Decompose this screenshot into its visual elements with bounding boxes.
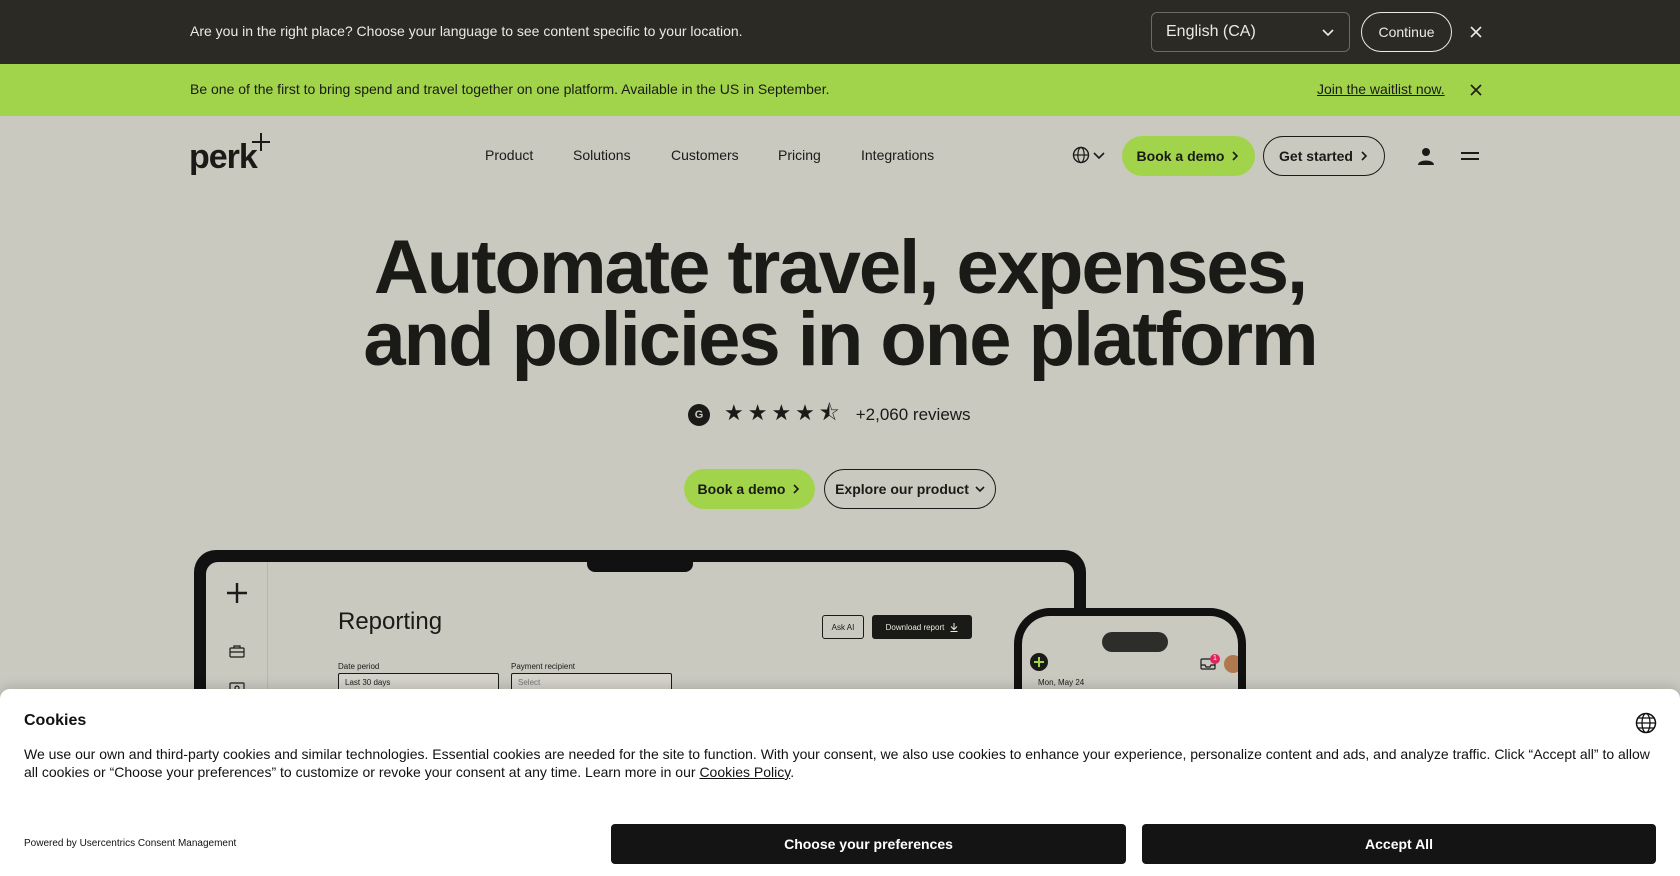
nav-item-integrations[interactable]: Integrations: [861, 147, 934, 163]
get-started-button[interactable]: Get started: [1263, 136, 1385, 176]
date-period-label: Date period: [338, 662, 380, 671]
powered-by-text: Powered by Usercentrics Consent Manageme…: [24, 838, 237, 849]
reporting-title: Reporting: [338, 608, 443, 635]
avatar: [1224, 655, 1238, 673]
chevron-right-icon: [1361, 151, 1368, 161]
download-icon: [950, 622, 958, 632]
cookie-banner: Cookies We use our own and third-party c…: [0, 689, 1680, 876]
hero-title-line-2: and policies in one platform: [363, 297, 1318, 382]
rating-stars: ★★★★⯪: [724, 400, 844, 425]
waitlist-link[interactable]: Join the waitlist now.: [1317, 81, 1445, 97]
payment-recipient-label: Payment recipient: [511, 662, 576, 671]
g2-badge-icon: G: [688, 404, 710, 426]
cookie-text-body: We use our own and third-party cookies a…: [24, 746, 1650, 780]
perk-plus-icon: [227, 583, 247, 603]
nav-item-solutions[interactable]: Solutions: [573, 147, 631, 163]
close-icon[interactable]: [1469, 25, 1483, 39]
cookies-policy-link[interactable]: Cookies Policy: [699, 764, 790, 780]
explore-product-label: Explore our product: [835, 481, 969, 497]
nav-book-demo-label: Book a demo: [1136, 148, 1225, 164]
perk-plus-icon: [1030, 653, 1048, 671]
briefcase-icon: [229, 645, 245, 658]
reviews-summary: G ★★★★⯪ +2,060 reviews: [688, 400, 971, 428]
nav-item-pricing[interactable]: Pricing: [778, 147, 821, 163]
download-report-button[interactable]: Download report: [872, 615, 972, 639]
choose-preferences-button[interactable]: Choose your preferences: [611, 824, 1126, 864]
language-bar-message: Are you in the right place? Choose your …: [190, 23, 743, 39]
promo-message: Be one of the first to bring spend and t…: [190, 81, 830, 97]
menu-icon[interactable]: [1460, 148, 1480, 164]
get-started-label: Get started: [1279, 148, 1353, 164]
chevron-right-icon: [793, 484, 800, 494]
download-report-label: Download report: [885, 622, 945, 632]
language-select[interactable]: English (CA): [1151, 12, 1350, 52]
cookie-text-end: .: [790, 764, 795, 780]
nav-item-customers[interactable]: Customers: [671, 147, 739, 163]
promo-bar: Be one of the first to bring spend and t…: [0, 64, 1680, 116]
chevron-right-icon: [1232, 151, 1239, 161]
cookie-description: We use our own and third-party cookies a…: [24, 745, 1656, 781]
continue-button[interactable]: Continue: [1361, 12, 1452, 52]
nav-item-product[interactable]: Product: [485, 147, 533, 163]
ask-ai-button[interactable]: Ask AI: [822, 615, 864, 639]
plus-icon: [252, 133, 270, 151]
user-icon[interactable]: [1416, 146, 1436, 166]
hero-title: Automate travel, expenses, and policies …: [200, 230, 1480, 378]
cookie-title: Cookies: [24, 712, 87, 729]
reviews-count: +2,060 reviews: [855, 405, 971, 424]
logo-wordmark: perk: [189, 138, 258, 176]
language-select-value: English (CA): [1166, 23, 1256, 40]
close-icon[interactable]: [1469, 83, 1483, 97]
explore-product-button[interactable]: Explore our product: [824, 469, 996, 509]
notification-badge: 1: [1210, 654, 1220, 664]
accept-all-button[interactable]: Accept All: [1142, 824, 1656, 864]
language-dropdown[interactable]: [1072, 146, 1105, 164]
chevron-down-icon: [1322, 29, 1334, 37]
hero-book-demo-button[interactable]: Book a demo: [684, 469, 815, 509]
phone-dynamic-island: [1102, 632, 1168, 652]
hero-book-demo-label: Book a demo: [697, 481, 786, 497]
phone-date: Mon, May 24: [1038, 678, 1085, 687]
nav-book-demo-button[interactable]: Book a demo: [1122, 136, 1255, 176]
language-bar: Are you in the right place? Choose your …: [0, 0, 1680, 64]
payment-recipient-value: Select: [518, 678, 541, 687]
chevron-down-icon: [975, 486, 985, 493]
globe-icon: [1072, 146, 1090, 164]
laptop-camera-notch: [587, 550, 693, 572]
date-period-value: Last 30 days: [345, 678, 391, 687]
chevron-down-icon: [1093, 152, 1105, 160]
perk-logo[interactable]: perk: [189, 132, 271, 176]
globe-icon[interactable]: [1635, 712, 1657, 734]
